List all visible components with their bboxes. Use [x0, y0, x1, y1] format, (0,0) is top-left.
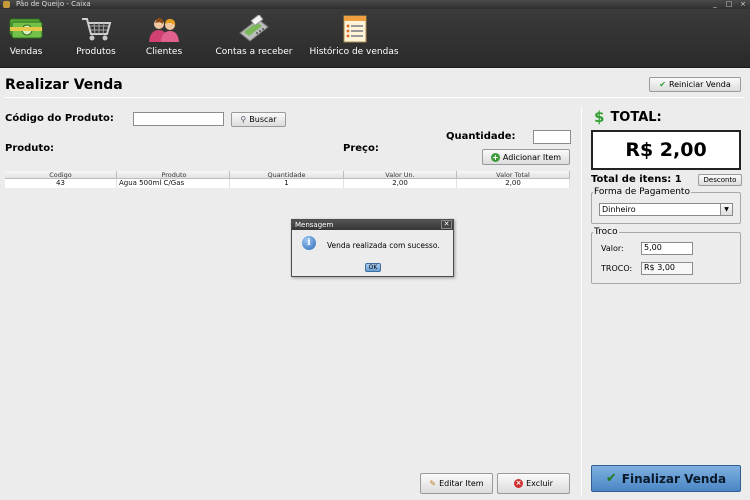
toolbar-label: Contas a receber: [215, 47, 293, 57]
title-divider: [4, 97, 745, 98]
table-row[interactable]: 43 Agua 500ml C/Gas 1 2,00 2,00: [5, 179, 570, 188]
minimize-button[interactable]: _: [710, 0, 720, 8]
quantity-label: Quantidade:: [446, 131, 516, 142]
cash-icon: [8, 15, 44, 43]
toolbar-item-produtos[interactable]: Produtos: [72, 15, 120, 57]
payment-method-legend: Forma de Pagamento: [594, 187, 690, 197]
info-icon: i: [302, 236, 316, 250]
dollar-icon: $: [594, 108, 605, 126]
pencil-icon: ✎: [429, 479, 437, 488]
column-header[interactable]: Produto: [117, 171, 230, 179]
check-icon: ✔: [605, 471, 617, 486]
cell-total-price: 2,00: [457, 179, 570, 188]
paid-value-input[interactable]: 5,00: [641, 242, 693, 255]
product-code-label: Código do Produto:: [5, 113, 114, 124]
finalize-sale-label: Finalizar Venda: [621, 471, 727, 486]
search-button[interactable]: ⚲ Buscar: [231, 112, 286, 127]
app-icon: [3, 1, 10, 8]
dialog-titlebar: Mensagem ✕: [292, 220, 453, 230]
toolbar-label: Clientes: [145, 47, 183, 57]
change-value-field: R$ 3,00: [641, 262, 693, 275]
maximize-button[interactable]: □: [724, 0, 734, 8]
column-header[interactable]: Valor Total: [457, 171, 570, 179]
cell-product: Agua 500ml C/Gas: [117, 179, 230, 188]
close-window-button[interactable]: ×: [738, 0, 748, 8]
change-group: Troco: [591, 227, 741, 284]
reset-sale-label: Reiniciar Venda: [668, 80, 731, 89]
column-header[interactable]: Valor Un.: [344, 171, 457, 179]
ok-button[interactable]: OK: [365, 263, 381, 272]
chevron-down-icon: ▼: [720, 204, 732, 215]
plus-icon: +: [490, 152, 500, 162]
window-titlebar: Pão de Queijo - Caixa _ □ ×: [0, 0, 750, 9]
search-button-label: Buscar: [249, 115, 277, 124]
delete-button[interactable]: × Excluir: [497, 473, 570, 494]
change-label: TROCO:: [601, 264, 633, 273]
discount-button[interactable]: Desconto: [698, 174, 742, 186]
total-value: R$ 2,00: [591, 130, 741, 170]
delete-icon: ×: [514, 479, 524, 488]
change-legend: Troco: [594, 227, 618, 237]
dialog-message: Venda realizada com sucesso.: [327, 241, 440, 250]
add-item-label: Adicionar Item: [502, 152, 562, 162]
cell-unit-price: 2,00: [344, 179, 457, 188]
toolbar-label: Histórico de vendas: [309, 47, 399, 57]
add-item-button[interactable]: + Adicionar Item: [482, 149, 570, 165]
items-count: Total de itens: 1: [591, 174, 682, 185]
paid-value-label: Valor:: [601, 244, 624, 253]
toolbar-item-historico-de-vendas[interactable]: Histórico de vendas: [305, 15, 403, 57]
column-header[interactable]: Quantidade: [230, 171, 344, 179]
cell-quantity: 1: [230, 179, 344, 188]
items-table: Codigo Produto Quantidade Valor Un. Valo…: [5, 171, 570, 188]
card-terminal-icon: [236, 13, 272, 43]
total-heading: $ TOTAL:: [594, 108, 662, 126]
dialog-title: Mensagem: [295, 221, 334, 229]
edit-item-label: Editar Item: [439, 479, 484, 488]
delete-label: Excluir: [526, 479, 553, 488]
magnifier-icon: ⚲: [240, 115, 247, 124]
page-title: Realizar Venda: [5, 77, 123, 93]
product-label: Produto:: [5, 143, 55, 154]
customers-icon: [146, 15, 182, 43]
toolbar-item-vendas[interactable]: Vendas: [6, 15, 46, 57]
product-code-input[interactable]: [133, 112, 224, 126]
finalize-sale-button[interactable]: ✔ Finalizar Venda: [591, 465, 741, 492]
edit-item-button[interactable]: ✎ Editar Item: [420, 473, 493, 494]
toolbar-label: Produtos: [76, 47, 116, 57]
column-header[interactable]: Codigo: [5, 171, 117, 179]
payment-method-select[interactable]: Dinheiro ▼: [599, 203, 733, 216]
document-icon: [336, 15, 372, 43]
toolbar-item-clientes[interactable]: Clientes: [140, 15, 188, 57]
message-dialog: Mensagem ✕ i Venda realizada com sucesso…: [291, 219, 454, 277]
close-icon[interactable]: ✕: [441, 220, 452, 229]
reset-sale-button[interactable]: ✔ Reiniciar Venda: [649, 77, 741, 92]
main-content: Realizar Venda ✔ Reiniciar Venda Código …: [0, 69, 750, 500]
main-toolbar: Vendas Produtos Clientes Contas a recebe…: [0, 9, 750, 68]
window-title: Pão de Queijo - Caixa: [16, 0, 91, 8]
table-header: Codigo Produto Quantidade Valor Un. Valo…: [5, 171, 570, 179]
shopping-cart-icon: [78, 15, 114, 43]
payment-method-value: Dinheiro: [602, 205, 636, 214]
panel-divider: [581, 107, 582, 497]
quantity-input[interactable]: [533, 130, 571, 144]
check-icon: ✔: [659, 80, 666, 89]
toolbar-label: Vendas: [9, 47, 43, 57]
total-label: TOTAL:: [610, 109, 662, 125]
toolbar-item-contas-a-receber[interactable]: Contas a receber: [211, 13, 297, 57]
cell-code: 43: [5, 179, 117, 188]
price-label: Preço:: [343, 143, 379, 154]
